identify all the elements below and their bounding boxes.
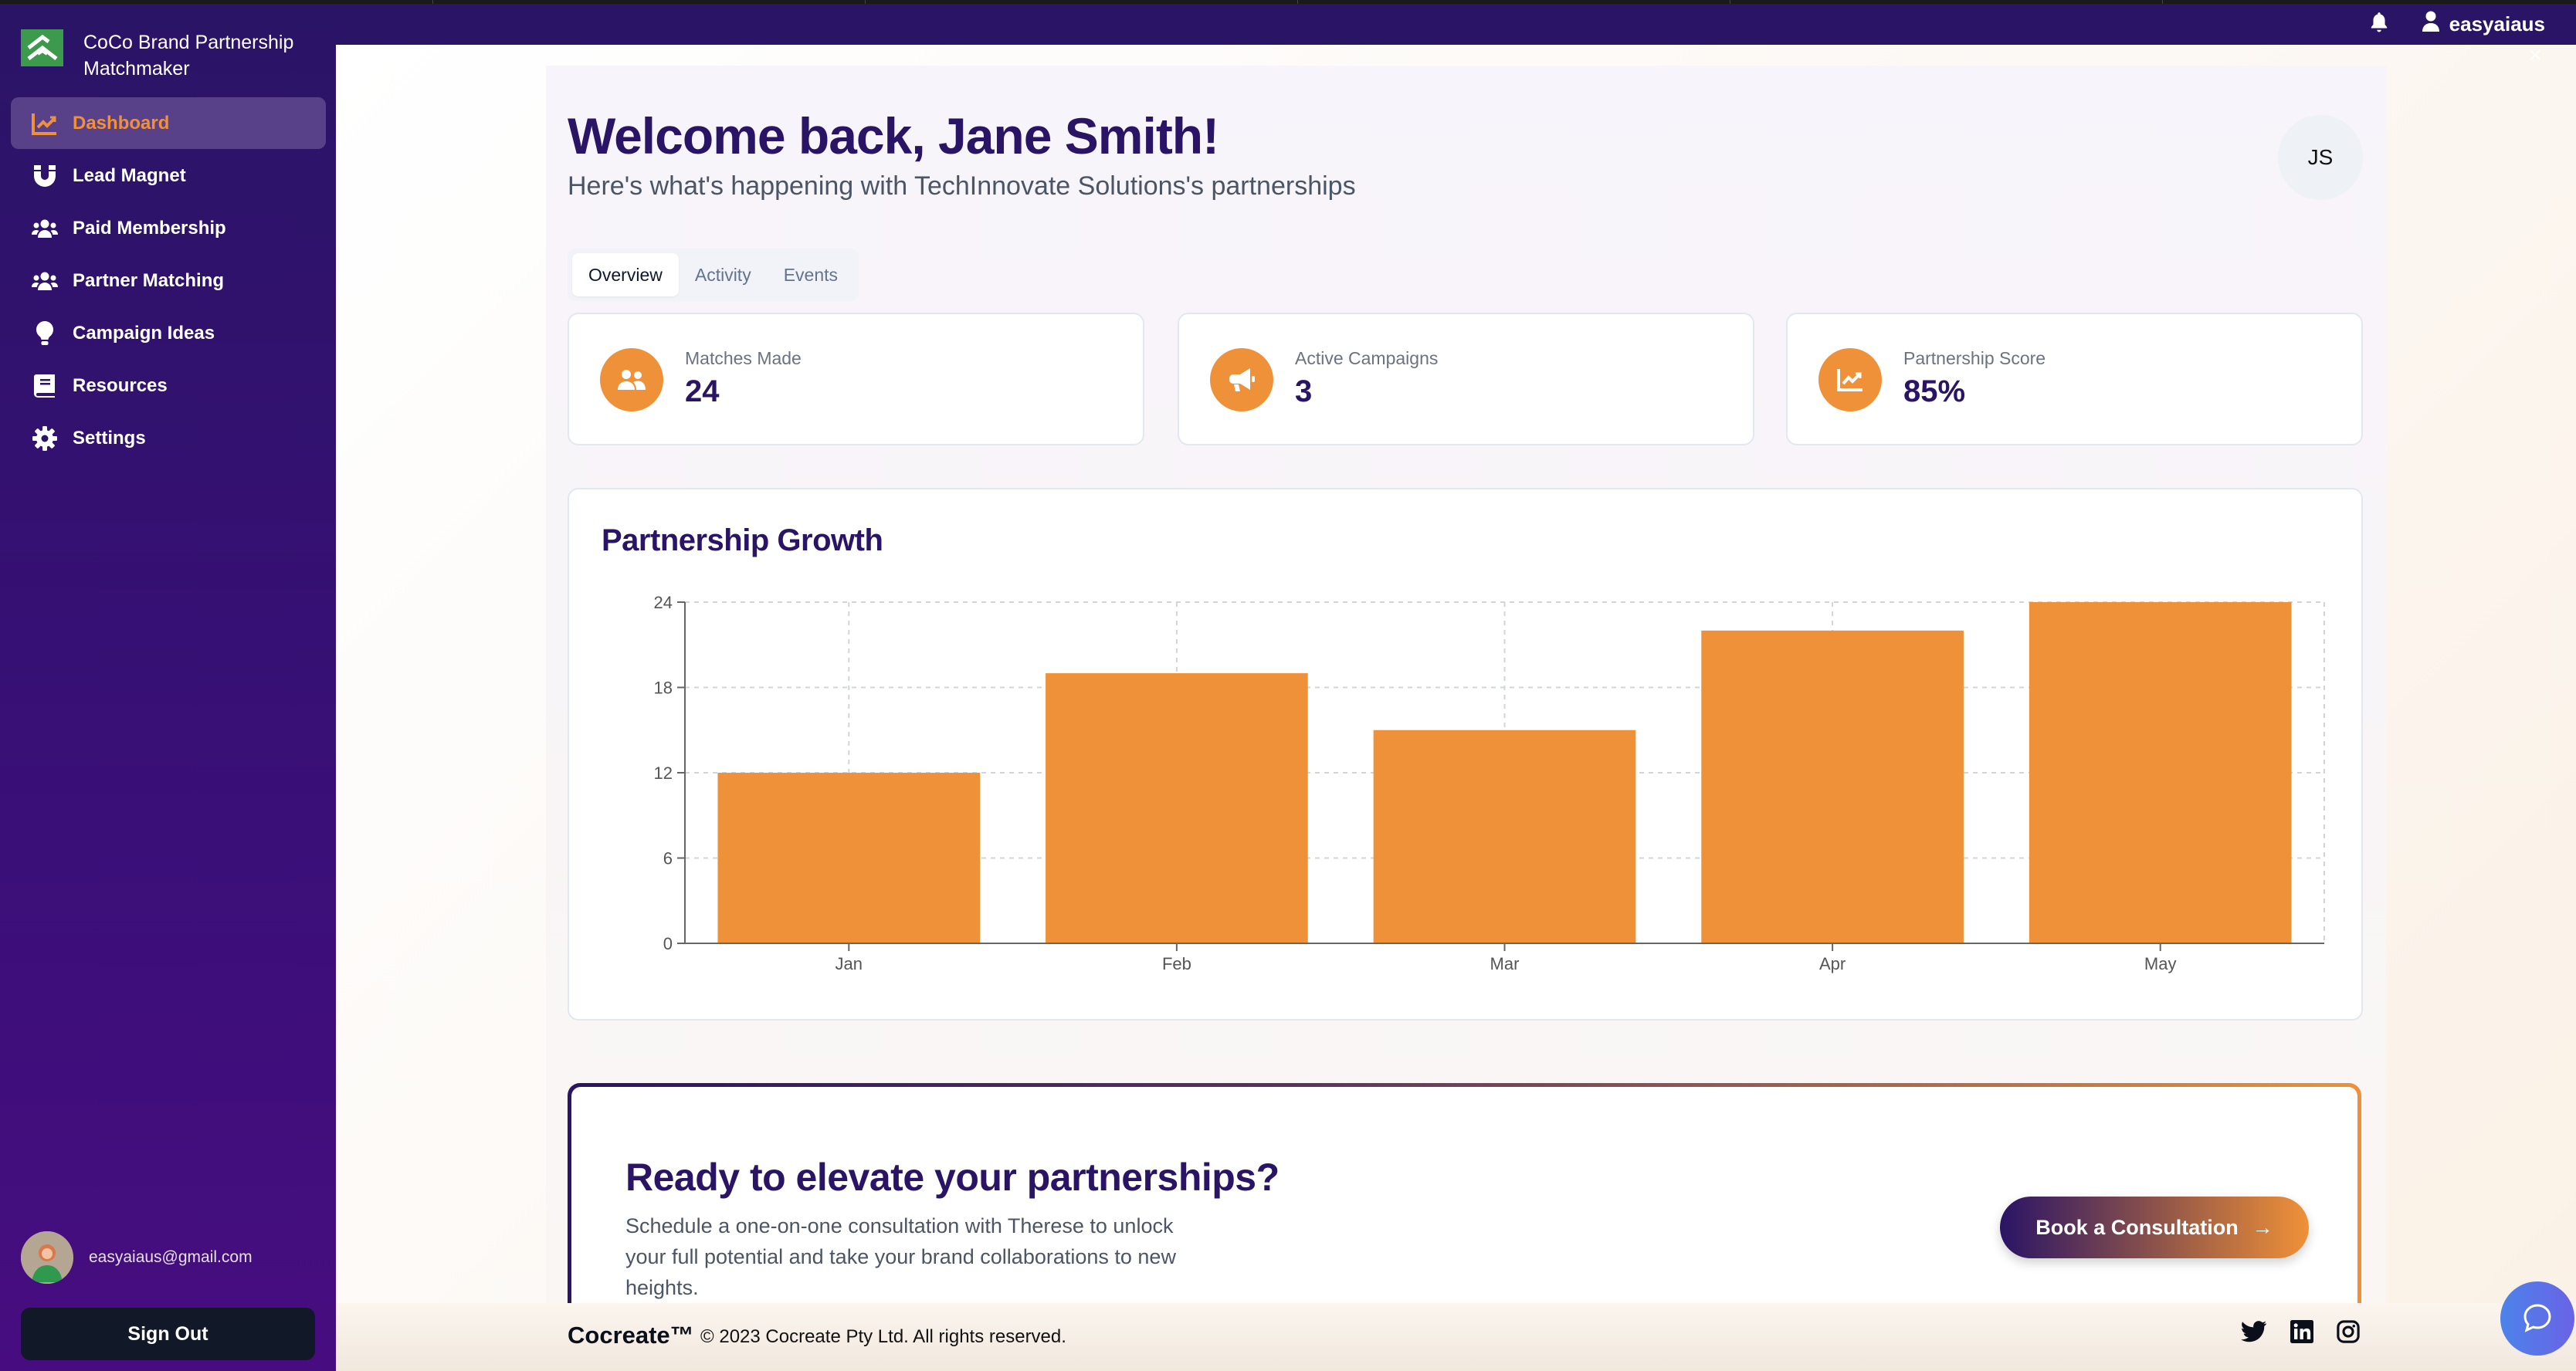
book-consultation-button[interactable]: Book a Consultation → — [2000, 1197, 2309, 1258]
sidebar-item-paid-membership[interactable]: Paid Membership — [11, 202, 326, 254]
sidebar-item-label: Dashboard — [73, 112, 170, 134]
tab-overview[interactable]: Overview — [572, 253, 679, 296]
stat-label: Partnership Score — [1903, 348, 2046, 368]
y-tick-label: 24 — [654, 593, 673, 612]
linkedin-icon[interactable] — [2290, 1320, 2313, 1347]
x-tick-label: May — [2144, 954, 2177, 973]
tab-events[interactable]: Events — [768, 253, 854, 296]
page-title: Welcome back, Jane Smith! — [568, 107, 1219, 164]
y-tick-label: 0 — [663, 934, 673, 953]
page-subtitle: Here's what's happening with TechInnovat… — [568, 171, 1356, 201]
x-tick-label: Apr — [1819, 954, 1846, 973]
chart-line-icon — [31, 110, 59, 137]
consultation-cta: Ready to elevate your partnerships? Sche… — [568, 1083, 2361, 1338]
x-tick-label: Feb — [1162, 954, 1191, 973]
lightbulb-icon — [31, 320, 59, 347]
sidebar-user[interactable]: easyaiaus@gmail.com — [21, 1231, 253, 1284]
megaphone-icon — [1210, 348, 1273, 411]
stat-value: 24 — [685, 374, 720, 408]
chat-button[interactable] — [2500, 1281, 2574, 1356]
sidebar-item-label: Partner Matching — [73, 269, 225, 291]
y-tick-label: 12 — [654, 763, 673, 783]
sidebar-item-settings[interactable]: Settings — [11, 412, 326, 464]
arrow-right-icon: → — [2252, 1215, 2273, 1239]
stat-card-score: Partnership Score 85% — [1786, 313, 2363, 445]
social-links — [2241, 1320, 2360, 1347]
instagram-icon[interactable] — [2337, 1320, 2360, 1347]
cta-title: Ready to elevate your partnerships? — [625, 1156, 1280, 1199]
user-email: easyaiaus@gmail.com — [89, 1248, 253, 1266]
bar-may — [2029, 602, 2292, 943]
brand[interactable]: CoCo Brand Partnership Matchmaker — [21, 29, 315, 82]
chart-card: Partnership Growth 0 6 12 18 24 Jan Feb Mar Apr M… — [568, 488, 2363, 1021]
sidebar-item-label: Resources — [73, 374, 168, 396]
chat-bubble-icon — [2522, 1302, 2553, 1335]
sidebar-item-lead-magnet[interactable]: Lead Magnet — [11, 150, 326, 201]
sidebar-item-label: Lead Magnet — [73, 164, 186, 186]
avatar — [21, 1231, 73, 1284]
username: easyaiaus — [2449, 12, 2545, 36]
bar-feb — [1046, 673, 1308, 943]
y-tick-label: 6 — [663, 849, 673, 868]
button-label: Book a Consultation — [2035, 1215, 2239, 1239]
bar-mar — [1373, 730, 1636, 943]
bar-chart: 0 6 12 18 24 Jan Feb Mar Apr May — [654, 593, 2325, 973]
sidebar-item-label: Paid Membership — [73, 217, 226, 239]
cta-description: Schedule a one-on-one consultation with … — [625, 1214, 1176, 1299]
sidebar-item-label: Campaign Ideas — [73, 322, 215, 344]
footer-brand: Cocreate™ — [568, 1322, 694, 1349]
tab-activity[interactable]: Activity — [679, 253, 768, 296]
y-tick-label: 18 — [654, 679, 673, 698]
footer: Cocreate™ © 2023 Cocreate Pty Ltd. All r… — [336, 1303, 2576, 1371]
stat-card-campaigns: Active Campaigns 3 — [1178, 313, 1754, 445]
sidebar-item-dashboard[interactable]: Dashboard — [11, 97, 326, 149]
close-icon[interactable]: × — [2528, 42, 2542, 69]
bar-jan — [717, 773, 981, 943]
users-icon — [31, 267, 59, 295]
bar-apr — [1701, 630, 1964, 943]
user-icon — [2422, 11, 2440, 38]
stat-value: 85% — [1903, 374, 1966, 408]
sidebar: CoCo Brand Partnership Matchmaker Dashbo… — [0, 4, 336, 1371]
sidebar-item-label: Settings — [73, 427, 146, 449]
book-icon — [31, 372, 59, 400]
user-menu[interactable]: easyaiaus — [2422, 11, 2545, 38]
stat-card-matches: Matches Made 24 — [568, 313, 1144, 445]
twitter-icon[interactable] — [2241, 1321, 2267, 1346]
sidebar-item-campaign-ideas[interactable]: Campaign Ideas — [11, 307, 326, 359]
users-icon — [31, 215, 59, 242]
app-title: CoCo Brand Partnership Matchmaker — [83, 32, 294, 80]
sign-out-button[interactable]: Sign Out — [21, 1308, 315, 1360]
top-bar: easyaiaus — [0, 4, 2576, 45]
chart-line-icon — [1818, 348, 1882, 411]
tab-bar: Overview Activity Events — [568, 249, 859, 301]
users-icon — [600, 348, 663, 411]
bell-icon[interactable] — [2369, 12, 2389, 37]
x-tick-label: Jan — [836, 954, 863, 973]
sidebar-nav: Dashboard Lead Magnet Paid Membership Pa… — [11, 97, 326, 465]
stat-label: Matches Made — [685, 348, 802, 368]
stat-label: Active Campaigns — [1295, 348, 1439, 368]
stat-value: 3 — [1295, 374, 1313, 408]
brand-logo — [21, 29, 63, 66]
magnet-icon — [31, 162, 59, 190]
gear-icon — [31, 425, 59, 452]
x-tick-label: Mar — [1490, 954, 1520, 973]
footer-copyright: © 2023 Cocreate Pty Ltd. All rights rese… — [700, 1326, 1066, 1347]
user-initials-avatar[interactable]: JS — [2278, 115, 2363, 200]
sidebar-item-partner-matching[interactable]: Partner Matching — [11, 255, 326, 306]
sidebar-item-resources[interactable]: Resources — [11, 360, 326, 411]
